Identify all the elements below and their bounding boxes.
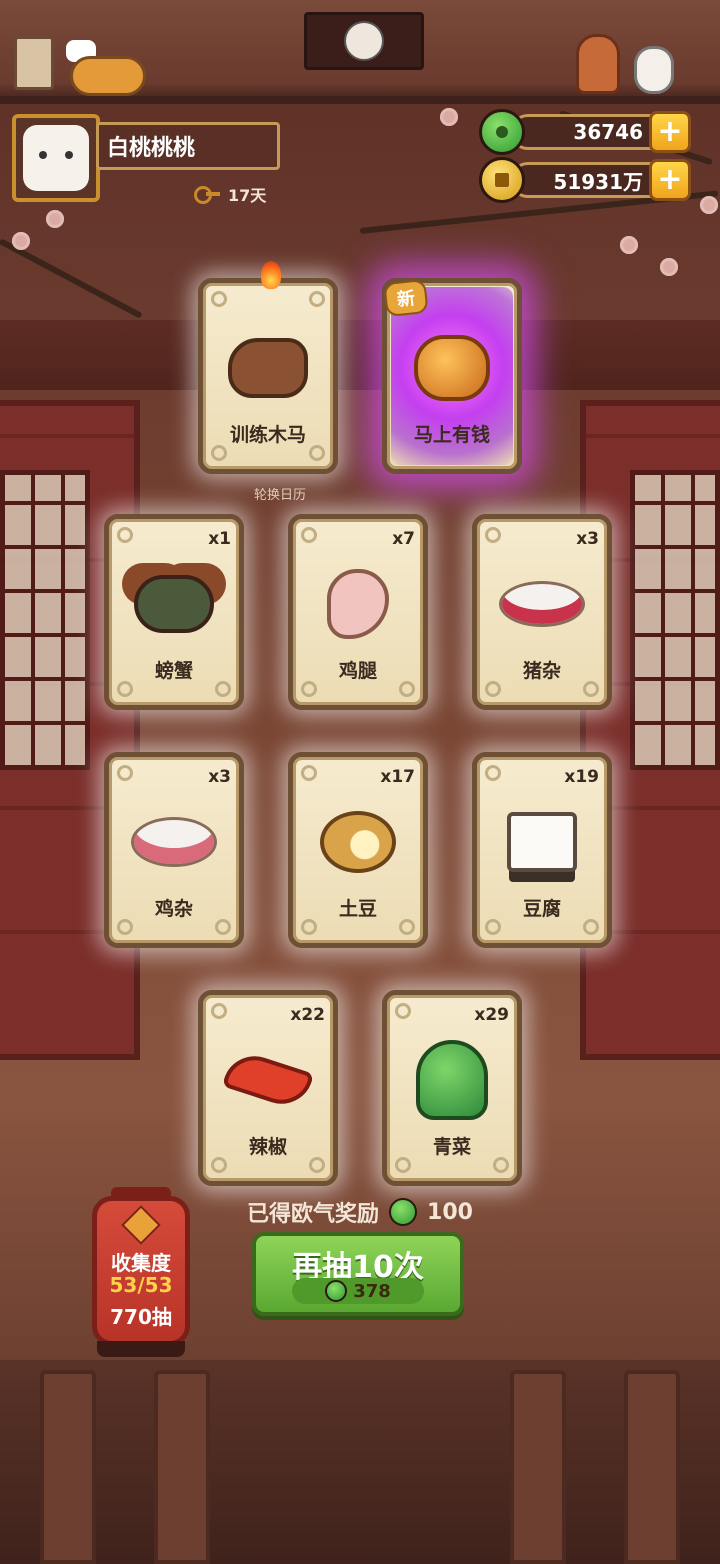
- add-coins-button[interactable]: +: [649, 159, 691, 201]
- tofu-icon: [493, 793, 591, 891]
- top-banner[interactable]: [304, 12, 424, 70]
- card-count: x1: [208, 529, 231, 549]
- coin-currency: 51931万 +: [479, 157, 691, 203]
- card-count: x17: [380, 767, 415, 787]
- coin-amount: 51931万: [553, 169, 643, 194]
- blossom-decor: [440, 108, 458, 126]
- blossom-branch: [0, 238, 143, 319]
- card-count: x19: [564, 767, 599, 787]
- collection-draws: 770抽: [110, 1305, 172, 1329]
- pork-offal-icon: [493, 555, 591, 653]
- scroll-icon[interactable]: [14, 36, 54, 90]
- card-chili[interactable]: x22 辣椒: [198, 990, 338, 1186]
- card-crab[interactable]: x1 螃蟹: [104, 514, 244, 710]
- wooden-horse-icon: [219, 319, 317, 417]
- player-avatar-frame[interactable]: [12, 114, 100, 202]
- card-label: 螃蟹: [154, 660, 193, 682]
- floor: [0, 1360, 720, 1564]
- jade-icon: [325, 1280, 348, 1302]
- card-count: x3: [208, 767, 231, 787]
- bok-choy-icon: [403, 1031, 501, 1129]
- chicken-offal-icon: [125, 793, 223, 891]
- card-label: 猪杂: [522, 660, 561, 682]
- owner-portrait-icon: [344, 21, 384, 61]
- card-label: 青菜: [432, 1136, 471, 1158]
- player-name-text: 白桃桃桃: [107, 136, 196, 161]
- blossom-decor: [620, 236, 638, 254]
- railing-post: [40, 1370, 96, 1564]
- card-count: x29: [474, 1005, 509, 1025]
- blossom-decor: [700, 196, 718, 214]
- potato-icon: [309, 793, 407, 891]
- railing-post: [154, 1370, 210, 1564]
- gold-horse-icon: [403, 319, 501, 417]
- days-counter: 17天: [194, 182, 266, 206]
- player-name: 白桃桃桃: [96, 122, 280, 170]
- jade-icon: [389, 1198, 418, 1226]
- white-cat-npc-icon[interactable]: [634, 46, 674, 94]
- coin-icon: [479, 157, 525, 203]
- card-money-horse[interactable]: 新 马上有钱: [382, 278, 522, 474]
- card-tofu[interactable]: x19 豆腐: [472, 752, 612, 948]
- wall-beam: [0, 320, 720, 390]
- railing-post: [624, 1370, 680, 1564]
- card-label: 辣椒: [248, 1136, 287, 1158]
- card-count: x22: [290, 1005, 325, 1025]
- blossom-decor: [660, 258, 678, 276]
- right-window-lattice: [630, 470, 720, 770]
- reward-value: 100: [427, 1199, 473, 1225]
- card-label: 豆腐: [522, 898, 561, 920]
- days-text: 17天: [228, 186, 267, 205]
- jade-icon: [479, 109, 525, 155]
- lantern-ornament: [121, 1205, 161, 1245]
- draw-cost: 378: [292, 1278, 424, 1304]
- card-count: x7: [392, 529, 415, 549]
- card-chicken-offal[interactable]: x3 鸡杂: [104, 752, 244, 948]
- add-jade-button[interactable]: +: [649, 111, 691, 153]
- card-chicken-leg[interactable]: x7 鸡腿: [288, 514, 428, 710]
- card-label: 鸡腿: [338, 660, 377, 682]
- card-label: 马上有钱: [413, 424, 490, 446]
- card-training-horse[interactable]: 训练木马: [198, 261, 338, 474]
- new-badge: 新: [383, 278, 429, 318]
- flame-icon: [261, 261, 281, 289]
- card-pork-offal[interactable]: x3 猪杂: [472, 514, 612, 710]
- jade-amount: 36746: [573, 120, 643, 144]
- jade-currency: 36746 +: [479, 109, 691, 155]
- shelf-edge: [0, 96, 720, 104]
- game-scene: 白桃桃桃 17天 36746 + 51931万 + 训练木马 新 马上有钱 轮换…: [0, 0, 720, 1564]
- chili-icon: [219, 1031, 317, 1129]
- blossom-decor: [46, 210, 64, 228]
- left-window-lattice: [0, 470, 90, 770]
- collection-progress: 53/53: [109, 1273, 173, 1297]
- card-label: 土豆: [338, 898, 377, 920]
- chicken-leg-icon: [309, 555, 407, 653]
- card-count: x3: [576, 529, 599, 549]
- key-icon: [194, 184, 220, 204]
- card-greens[interactable]: x29 青菜: [382, 990, 522, 1186]
- blossom-decor: [12, 232, 30, 250]
- character-npc-icon[interactable]: [576, 34, 620, 94]
- reward-text: 已得欧气奖励: [247, 1202, 380, 1227]
- draw-cost-value: 378: [353, 1280, 391, 1302]
- rotate-calendar-caption: 轮换日历: [253, 488, 306, 503]
- collection-title: 收集度: [111, 1251, 171, 1275]
- avatar: [23, 125, 89, 191]
- railing-post: [510, 1370, 566, 1564]
- crab-icon: [125, 555, 223, 653]
- card-label: 训练木马: [229, 424, 306, 446]
- draw-again-button[interactable]: 再抽10次 378: [252, 1232, 464, 1316]
- cat-npc-icon[interactable]: [70, 56, 146, 96]
- card-potato[interactable]: x17 土豆: [288, 752, 428, 948]
- card-label: 鸡杂: [154, 898, 193, 920]
- collection-lantern[interactable]: 收集度 53/53 770抽: [92, 1187, 190, 1357]
